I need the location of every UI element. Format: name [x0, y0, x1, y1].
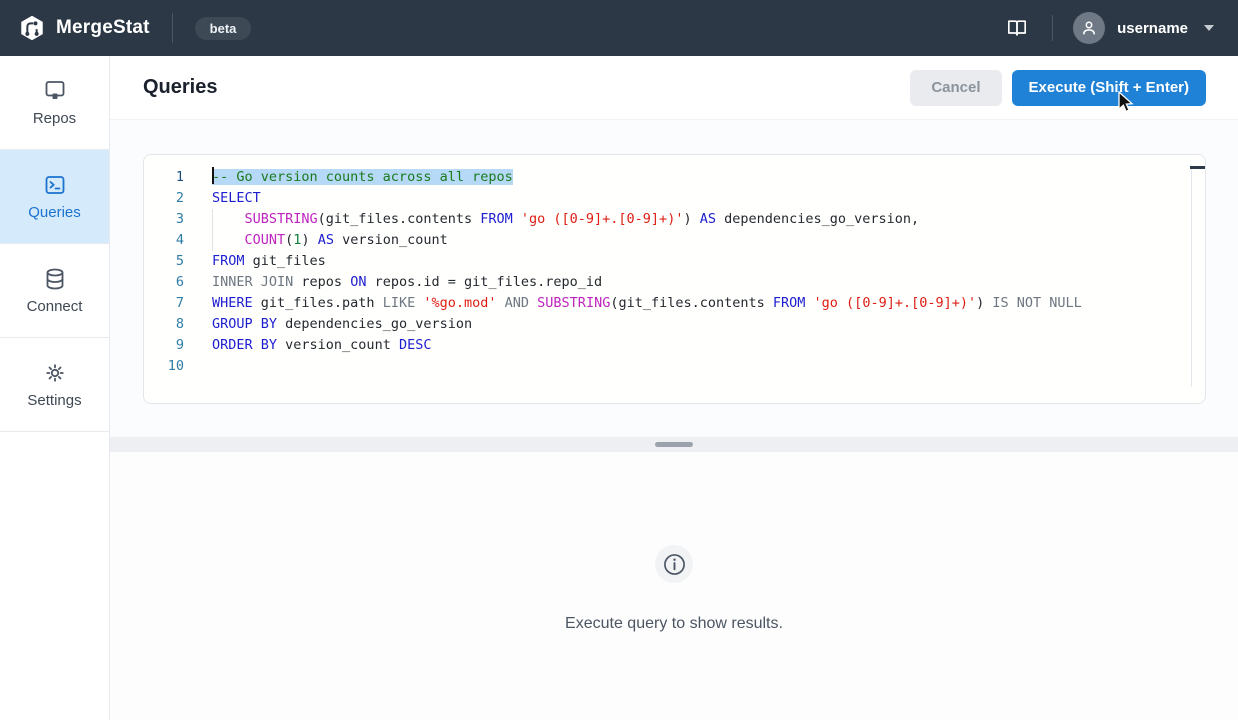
page-title: Queries — [143, 76, 217, 99]
beta-badge: beta — [195, 17, 252, 40]
results-panel: Execute query to show results. — [110, 452, 1238, 720]
header-divider — [1052, 15, 1053, 41]
code-line[interactable]: 5 FROM git_files — [144, 251, 1205, 272]
code-line[interactable]: 10 — [144, 356, 1205, 377]
page-header: Queries Cancel Execute (Shift + Enter) — [110, 56, 1238, 120]
code-line-text: SELECT — [212, 188, 261, 209]
repo-icon — [43, 79, 67, 103]
gear-icon — [43, 361, 67, 385]
sidebar-item-settings[interactable]: Settings — [0, 338, 109, 432]
header-divider — [172, 13, 173, 43]
editor-section: 1 -- Go version counts across all repos 2S… — [110, 120, 1238, 437]
code-line-text: COUNT(1) AS version_count — [212, 230, 448, 251]
text-selection: -- Go version counts across all repos — [212, 169, 513, 185]
line-number: 6 — [144, 272, 198, 293]
top-navbar: MergeStat beta username — [0, 0, 1238, 56]
code-line-text: GROUP BY dependencies_go_version — [212, 314, 472, 335]
chevron-down-icon — [1204, 25, 1214, 31]
code-line[interactable]: 3 SUBSTRING(git_files.contents FROM 'go … — [144, 209, 1205, 230]
avatar — [1073, 12, 1105, 44]
brand-logo[interactable]: MergeStat — [18, 14, 150, 42]
code-line-text: INNER JOIN repos ON repos.id = git_files… — [212, 272, 602, 293]
info-icon — [655, 545, 693, 583]
code-line[interactable]: 8 GROUP BY dependencies_go_version — [144, 314, 1205, 335]
scrollbar-track — [1191, 167, 1192, 387]
code-line-text: WHERE git_files.path LIKE '%go.mod' AND … — [212, 293, 1082, 314]
terminal-icon — [43, 173, 67, 197]
line-number: 7 — [144, 293, 198, 314]
line-number: 8 — [144, 314, 198, 335]
line-number: 2 — [144, 188, 198, 209]
code-line-text: SUBSTRING(git_files.contents FROM 'go ([… — [212, 209, 919, 230]
drag-handle-icon[interactable] — [655, 442, 693, 447]
code-line[interactable]: 4 COUNT(1) AS version_count — [144, 230, 1205, 251]
code-line[interactable]: 1 -- Go version counts across all repos — [144, 167, 1205, 188]
code-line-text: -- Go version counts across all repos — [212, 167, 513, 188]
line-number: 4 — [144, 230, 198, 251]
mergestat-logo-icon — [18, 14, 46, 42]
code-line[interactable]: 2 SELECT — [144, 188, 1205, 209]
sidebar-item-connect[interactable]: Connect — [0, 244, 109, 338]
execute-button[interactable]: Execute (Shift + Enter) — [1012, 70, 1206, 106]
empty-results-message: Execute query to show results. — [565, 615, 783, 633]
scrollbar-thumb[interactable] — [1190, 166, 1205, 169]
code-line[interactable]: 6 INNER JOIN repos ON repos.id = git_file… — [144, 272, 1205, 293]
sql-editor[interactable]: 1 -- Go version counts across all repos 2S… — [143, 154, 1206, 404]
sidebar-item-label: Settings — [27, 392, 81, 409]
sidebar-item-repos[interactable]: Repos — [0, 56, 109, 150]
line-number: 10 — [144, 356, 198, 377]
code-line-text: FROM git_files — [212, 251, 326, 272]
sidebar: Repos Queries Connect — [0, 56, 110, 720]
main-content: Queries Cancel Execute (Shift + Enter) 1… — [110, 56, 1238, 720]
brand-name: MergeStat — [56, 17, 150, 39]
line-number: 5 — [144, 251, 198, 272]
sidebar-item-queries[interactable]: Queries — [0, 150, 109, 244]
code-line-text: ORDER BY version_count DESC — [212, 335, 431, 356]
line-number: 1 — [144, 167, 198, 188]
code-lines: 1 -- Go version counts across all repos 2S… — [144, 167, 1205, 377]
line-number: 9 — [144, 335, 198, 356]
sidebar-item-label: Repos — [33, 110, 76, 127]
code-line[interactable]: 7 WHERE git_files.path LIKE '%go.mod' AND… — [144, 293, 1205, 314]
code-line[interactable]: 9 ORDER BY version_count DESC — [144, 335, 1205, 356]
database-icon — [43, 267, 67, 291]
pane-resizer[interactable] — [110, 437, 1238, 452]
sidebar-item-label: Connect — [27, 298, 83, 315]
docs-book-icon[interactable] — [1002, 14, 1032, 42]
cancel-button[interactable]: Cancel — [910, 70, 1001, 106]
sidebar-item-label: Queries — [28, 204, 81, 221]
username-label: username — [1117, 20, 1188, 37]
user-menu[interactable]: username — [1073, 12, 1214, 44]
line-number: 3 — [144, 209, 198, 230]
